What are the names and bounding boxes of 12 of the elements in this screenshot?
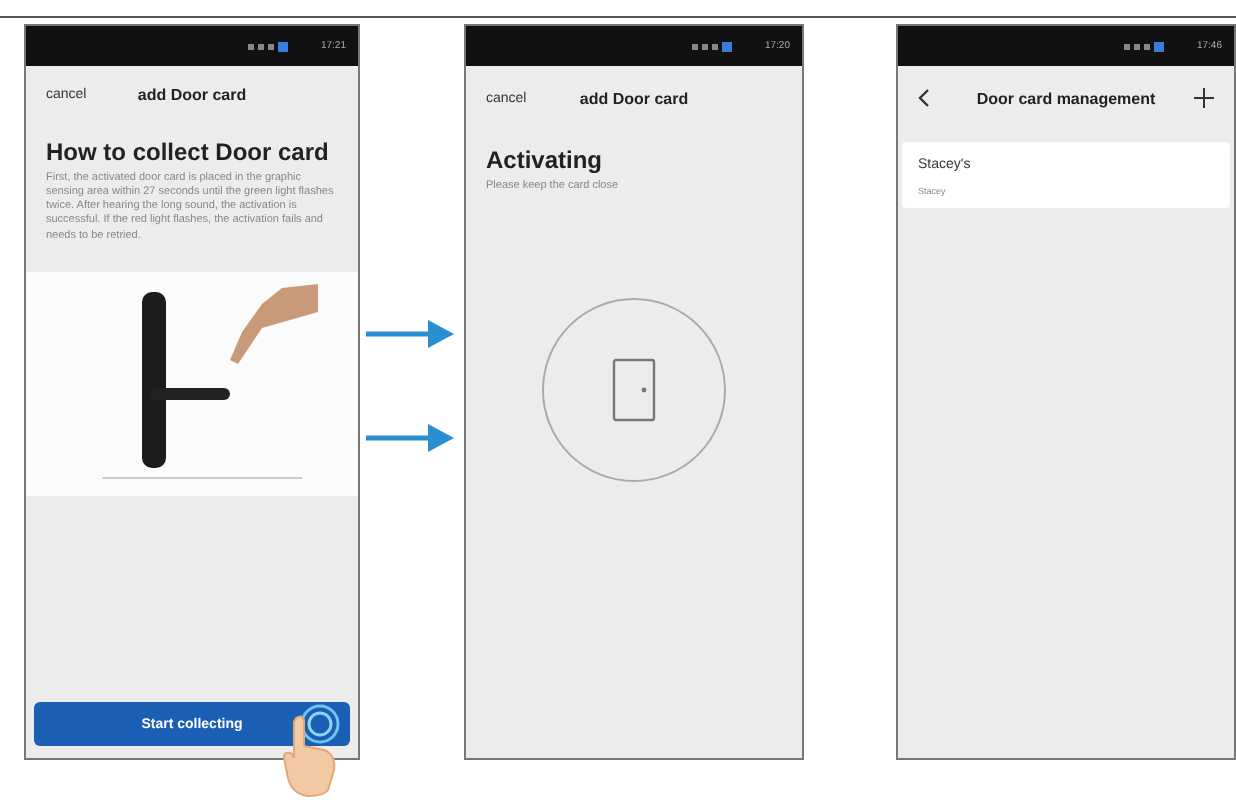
arrow-icon [366, 320, 454, 348]
screen-title: Door card management [976, 89, 1156, 107]
heading: Activating [486, 146, 605, 174]
pointing-hand-icon [280, 714, 340, 798]
screen-title: add Door card [137, 85, 247, 103]
add-icon[interactable] [1194, 88, 1214, 108]
screen-title: add Door card [579, 89, 689, 107]
arrow-icon [366, 424, 454, 452]
heading: How to collect Door card [46, 138, 331, 166]
tap-ripple-icon [300, 704, 340, 744]
door-icon [612, 358, 656, 423]
back-icon[interactable] [918, 88, 930, 108]
